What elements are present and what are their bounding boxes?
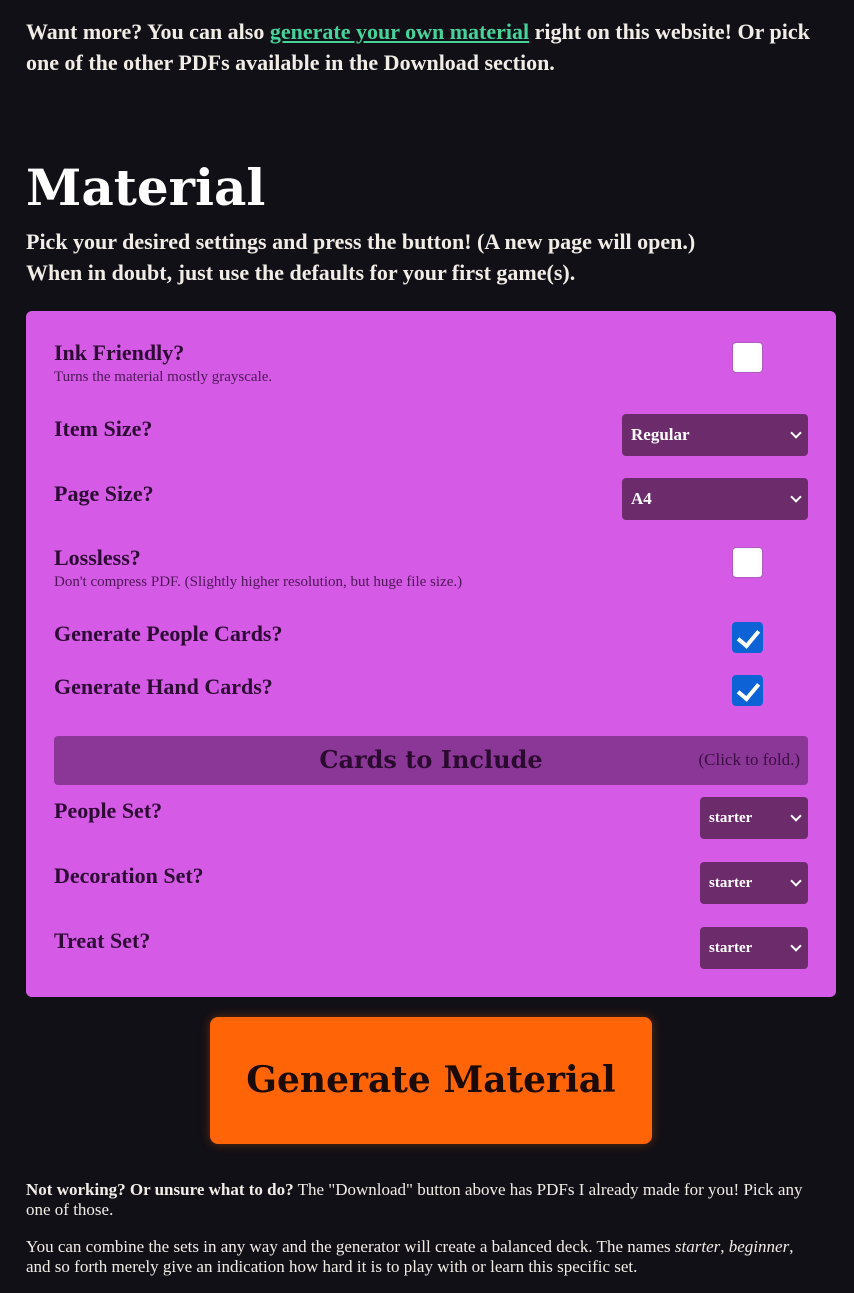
note-2-beginner: beginner — [728, 1237, 790, 1256]
note-2-part-a: You can combine the sets in any way and … — [26, 1237, 675, 1256]
people-cards-checkbox[interactable] — [732, 622, 763, 653]
chevron-down-icon — [790, 491, 802, 503]
treat-set-select[interactable]: starter — [700, 927, 808, 969]
lossless-checkbox[interactable] — [732, 547, 763, 578]
people-set-value: starter — [709, 810, 753, 826]
chevron-down-icon — [790, 427, 802, 439]
page-size-value: A4 — [631, 489, 652, 508]
page-size-select[interactable]: A4 — [622, 478, 808, 520]
lossless-hint: Don't compress PDF. (Slightly higher res… — [54, 574, 463, 590]
lossless-label: Lossless? — [54, 545, 141, 570]
cards-to-include-title: Cards to Include — [319, 745, 543, 774]
footer-note-2: You can combine the sets in any way and … — [26, 1237, 816, 1277]
chevron-down-icon — [790, 940, 802, 952]
cards-to-include-toggle[interactable]: Cards to Include (Click to fold.) — [54, 736, 808, 785]
setting-ink-friendly: Ink Friendly? Turns the material mostly … — [54, 339, 808, 387]
ink-friendly-checkbox[interactable] — [732, 342, 763, 373]
section-title: Material — [26, 158, 266, 217]
page: Want more? You can also generate your ow… — [26, 0, 836, 1276]
setting-lossless: Lossless? Don't compress PDF. (Slightly … — [54, 544, 808, 592]
chevron-down-icon — [790, 810, 802, 822]
item-size-value: Regular — [631, 425, 690, 444]
decoration-set-select[interactable]: starter — [700, 862, 808, 904]
hand-cards-label: Generate Hand Cards? — [54, 674, 273, 699]
setting-decoration-set: Decoration Set? — [54, 862, 808, 890]
decoration-set-value: starter — [709, 875, 753, 891]
setting-people-set: People Set? — [54, 797, 808, 825]
treat-set-label: Treat Set? — [54, 928, 151, 953]
settings-panel: Ink Friendly? Turns the material mostly … — [26, 311, 836, 997]
setting-treat-set: Treat Set? — [54, 927, 808, 955]
chevron-down-icon — [790, 875, 802, 887]
setting-people-cards: Generate People Cards? — [54, 620, 808, 648]
people-set-select[interactable]: starter — [700, 797, 808, 839]
ink-friendly-label: Ink Friendly? — [54, 340, 185, 365]
intro-paragraph: Want more? You can also generate your ow… — [26, 0, 836, 78]
ink-friendly-hint: Turns the material mostly grayscale. — [54, 369, 273, 385]
decoration-set-label: Decoration Set? — [54, 863, 204, 888]
lead-line-1: Pick your desired settings and press the… — [26, 229, 696, 254]
lead-line-2: When in doubt, just use the defaults for… — [26, 260, 576, 285]
setting-hand-cards: Generate Hand Cards? — [54, 673, 808, 701]
footer-note-1: Not working? Or unsure what to do? The "… — [26, 1180, 816, 1220]
item-size-select[interactable]: Regular — [622, 414, 808, 456]
fold-hint: (Click to fold.) — [698, 750, 800, 769]
hand-cards-checkbox[interactable] — [732, 675, 763, 706]
note-2-starter: starter — [674, 1237, 721, 1256]
people-cards-label: Generate People Cards? — [54, 621, 283, 646]
people-set-label: People Set? — [54, 798, 163, 823]
intro-prefix: Want more? You can also — [26, 19, 270, 44]
note-2-part-b: , — [720, 1237, 729, 1256]
note-1-bold: Not working? Or unsure what to do? — [26, 1180, 294, 1199]
section-lead: Pick your desired settings and press the… — [26, 226, 695, 288]
treat-set-value: starter — [709, 940, 753, 956]
generate-material-button[interactable]: Generate Material — [210, 1017, 652, 1144]
generate-material-link[interactable]: generate your own material — [270, 19, 529, 44]
